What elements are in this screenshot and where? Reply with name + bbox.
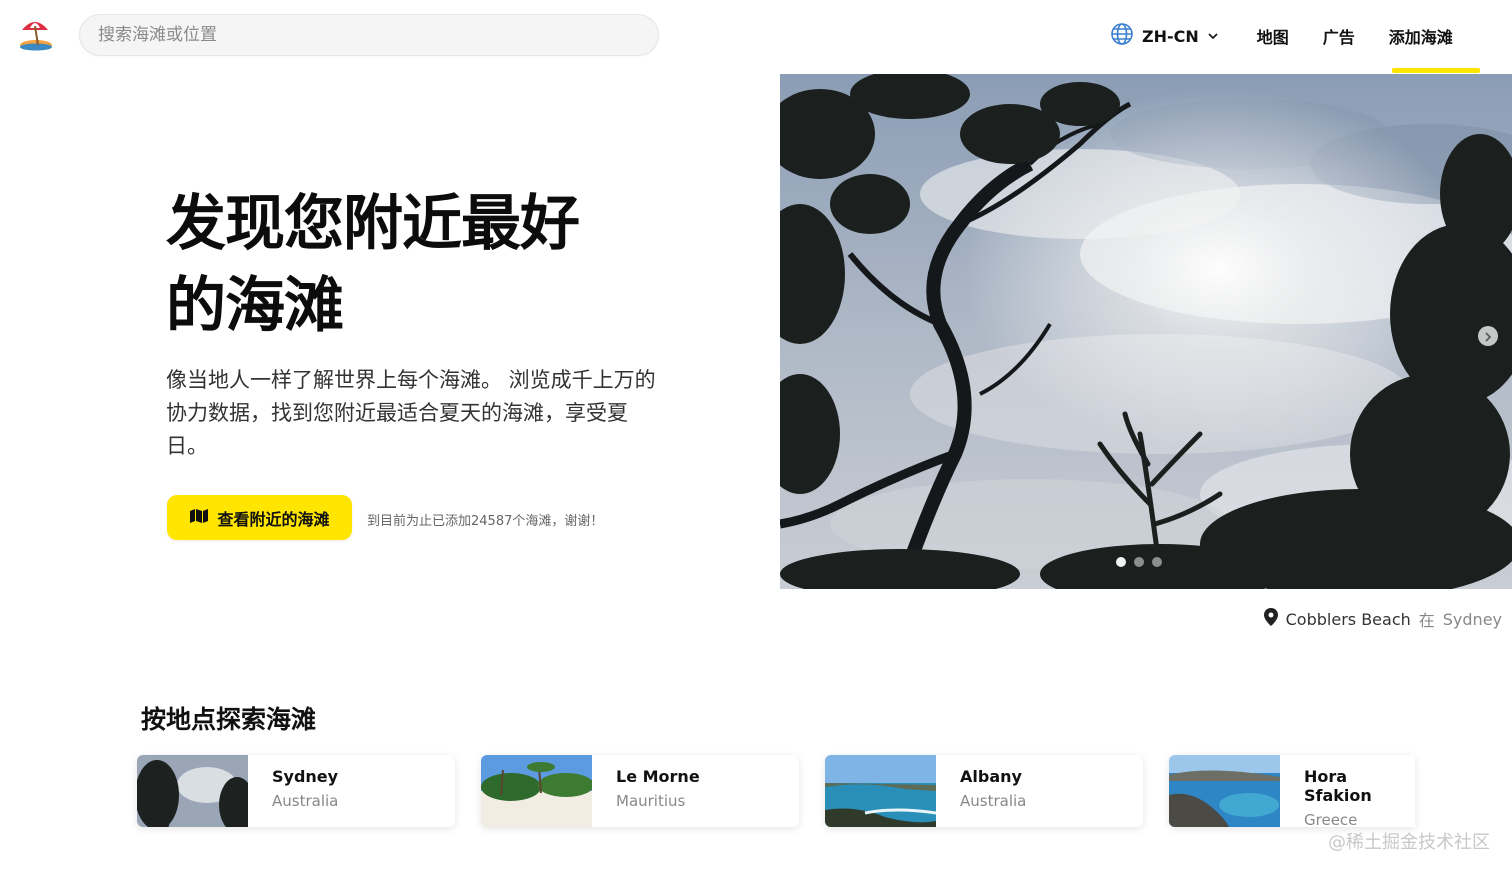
location-pin-icon (1263, 608, 1278, 630)
top-nav: ZH-CN 地图 广告 添加海滩 (1110, 0, 1453, 72)
photo-caption[interactable]: Cobblers Beach 在 Sydney (1263, 607, 1502, 631)
hero-title-line1: 发现您附近最好 (166, 189, 580, 259)
map-icon (189, 508, 209, 528)
caption-city: Sydney (1442, 609, 1502, 629)
location-card-le-morne[interactable]: Le Morne Mauritius (481, 755, 799, 827)
view-nearby-beaches-button[interactable]: 查看附近的海滩 (167, 495, 352, 540)
slide-dot[interactable] (1116, 557, 1126, 567)
nav-ads-link[interactable]: 广告 (1323, 0, 1355, 72)
hero-description: 像当地人一样了解世界上每个海滩。 浏览成千上万的协力数据，找到您附近最适合夏天的… (166, 368, 656, 458)
hero-title: 发现您附近最好 的海滩 (166, 183, 636, 347)
location-thumbnail (825, 755, 937, 827)
slide-dot[interactable] (1152, 557, 1162, 567)
caption-separator: 在 (1418, 611, 1435, 630)
next-slide-button[interactable] (1478, 326, 1498, 346)
location-card-hora-sfakion[interactable]: Hora Sfakion Greece (1169, 755, 1415, 827)
hero-title-line2: 的海滩 (166, 271, 344, 341)
location-thumbnail (137, 755, 255, 827)
location-thumbnail (1169, 755, 1280, 827)
card-title: Albany (960, 767, 1022, 786)
location-thumbnail (481, 755, 594, 827)
nav-map-link[interactable]: 地图 (1257, 0, 1289, 72)
slide-indicators (1116, 557, 1162, 567)
explore-section-title: 按地点探索海滩 (141, 705, 317, 734)
cta-label: 查看附近的海滩 (217, 509, 330, 529)
watermark: @稀土掘金技术社区 (1328, 832, 1490, 853)
nav-add-beach-link[interactable]: 添加海滩 (1389, 0, 1453, 72)
active-nav-underline (1392, 68, 1480, 73)
card-country: Australia (272, 792, 339, 810)
card-country: Australia (960, 792, 1027, 810)
beach-umbrella-logo-icon[interactable] (18, 16, 54, 52)
card-title: Le Morne (616, 767, 700, 786)
card-title: Hora Sfakion (1304, 767, 1372, 805)
search-bar[interactable] (79, 14, 659, 56)
chevron-right-icon (1483, 327, 1493, 346)
globe-icon (1110, 22, 1134, 50)
caption-beach-name: Cobblers Beach (1285, 609, 1411, 629)
card-country: Greece (1304, 811, 1358, 827)
location-card-sydney[interactable]: Sydney Australia (137, 755, 455, 827)
beach-count-note: 到目前为止已添加24587个海滩，谢谢！ (367, 514, 604, 529)
search-input[interactable] (80, 15, 658, 55)
language-label: ZH-CN (1142, 26, 1199, 46)
chevron-down-icon (1207, 27, 1219, 46)
slide-dot[interactable] (1134, 557, 1144, 567)
card-title: Sydney (272, 767, 339, 786)
hero-beach-photo (780, 74, 1512, 589)
location-cards: Sydney Australia Le Morne Mauritius Alba… (137, 755, 1415, 827)
language-selector[interactable]: ZH-CN (1110, 22, 1219, 50)
card-country: Mauritius (616, 792, 686, 810)
location-card-albany[interactable]: Albany Australia (825, 755, 1143, 827)
